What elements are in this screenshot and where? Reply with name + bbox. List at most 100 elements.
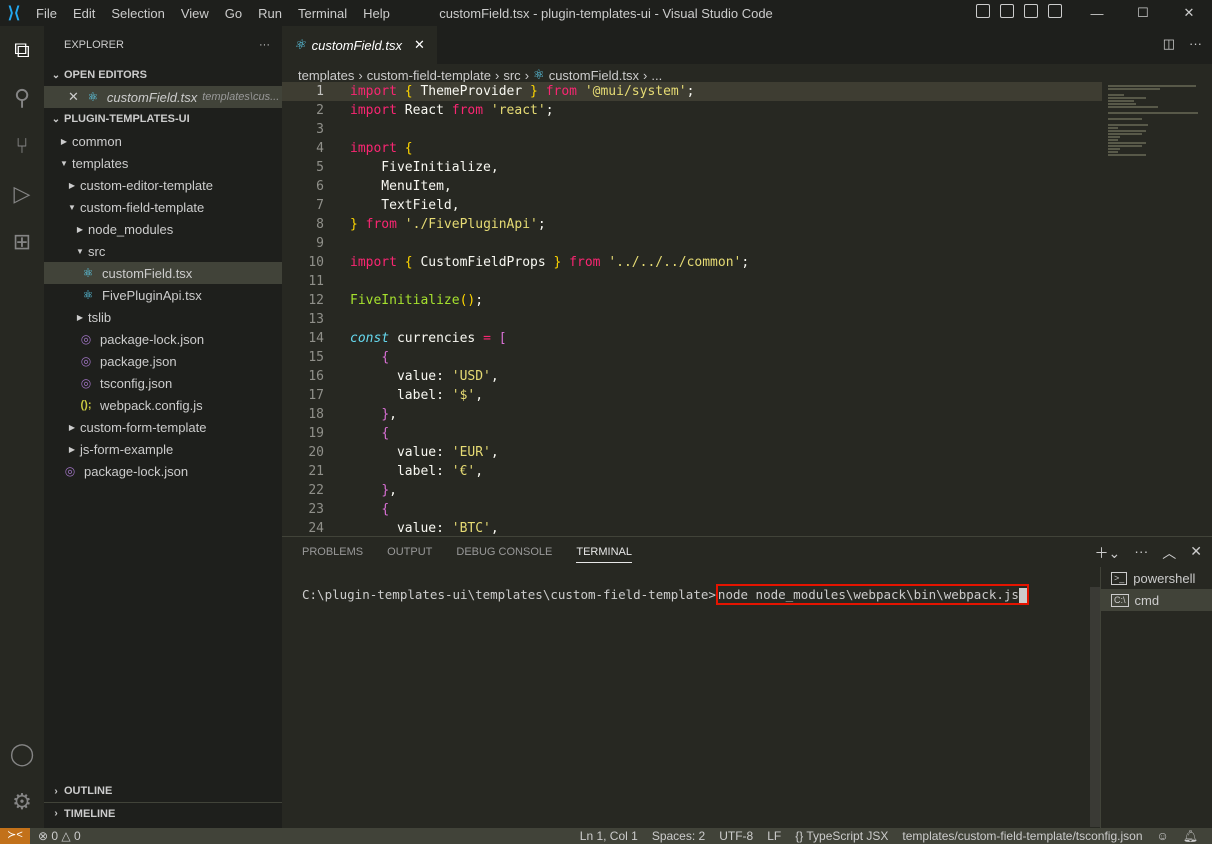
breadcrumb-item[interactable]: templates xyxy=(298,68,354,83)
minimap[interactable] xyxy=(1108,84,1198,224)
tree-item[interactable]: ▶ custom-form-template xyxy=(44,416,282,438)
new-terminal-icon[interactable]: ＋⌄ xyxy=(1095,543,1121,563)
tree-item-label: custom-editor-template xyxy=(80,177,213,193)
tab-output[interactable]: OUTPUT xyxy=(387,546,432,558)
more-actions-icon[interactable]: ··· xyxy=(1134,543,1148,563)
tree-item[interactable]: ▶ tslib xyxy=(44,306,282,328)
chevron-right-icon: ▶ xyxy=(68,444,76,454)
line-text: FiveInitialize, xyxy=(350,160,498,175)
menu-go[interactable]: Go xyxy=(225,6,242,21)
search-icon[interactable]: ⚲ xyxy=(0,74,44,122)
terminal-icon: C:\ xyxy=(1111,593,1129,607)
breadcrumb-item[interactable]: customField.tsx xyxy=(549,68,639,83)
toggle-secondary-sidebar-icon[interactable] xyxy=(1024,4,1038,18)
problems-indicator[interactable]: ⊗ 0 △ 0 xyxy=(38,829,81,843)
tab-problems[interactable]: PROBLEMS xyxy=(302,546,363,558)
tree-item[interactable]: ⚛ FivePluginApi.tsx xyxy=(44,284,282,306)
settings-gear-icon[interactable]: ⚙ xyxy=(0,778,44,826)
language-mode[interactable]: {} TypeScript JSX xyxy=(795,829,888,843)
maximize-panel-icon[interactable]: ︿ xyxy=(1162,543,1176,563)
timeline-section[interactable]: › TIMELINE xyxy=(44,802,282,824)
source-control-icon[interactable]: ⑂ xyxy=(0,122,44,170)
code-token: CustomFieldProps xyxy=(412,255,554,270)
outline-section[interactable]: › OUTLINE xyxy=(44,780,282,802)
breadcrumb-item[interactable]: custom-field-template xyxy=(367,68,491,83)
toggle-sidebar-icon[interactable] xyxy=(976,4,990,18)
tab-debug-console[interactable]: DEBUG CONSOLE xyxy=(456,546,552,558)
terminal-item-cmd[interactable]: C:\ cmd xyxy=(1101,589,1212,611)
minimap-line xyxy=(1108,94,1124,96)
terminal-item-powershell[interactable]: >_ powershell xyxy=(1101,567,1212,589)
account-icon[interactable]: ◯ xyxy=(0,730,44,778)
close-icon[interactable]: ✕ xyxy=(68,89,79,105)
breadcrumb-item[interactable]: src xyxy=(503,68,520,83)
tree-item[interactable]: ▶ node_modules xyxy=(44,218,282,240)
line-text: }, xyxy=(350,407,397,422)
tree-item[interactable]: ▼ templates xyxy=(44,152,282,174)
tree-item[interactable]: ◎ tsconfig.json xyxy=(44,372,282,394)
tree-item[interactable]: ▶ common xyxy=(44,130,282,152)
tree-item[interactable]: ▼ src xyxy=(44,240,282,262)
menu-view[interactable]: View xyxy=(181,6,209,21)
extensions-icon[interactable]: ⊞ xyxy=(0,218,44,266)
tree-item[interactable]: ◎ package.json xyxy=(44,350,282,372)
tree-item[interactable]: ◎ package-lock.json xyxy=(44,328,282,350)
close-panel-icon[interactable]: ✕ xyxy=(1190,543,1202,563)
maximize-button[interactable]: ☐ xyxy=(1120,5,1166,21)
customize-layout-icon[interactable] xyxy=(1048,4,1062,18)
feedback-icon[interactable]: ☺ xyxy=(1157,829,1169,843)
tab-terminal[interactable]: TERMINAL xyxy=(576,546,632,563)
menu-selection[interactable]: Selection xyxy=(111,6,164,21)
line-ending[interactable]: LF xyxy=(767,829,781,843)
menu-file[interactable]: File xyxy=(36,6,57,21)
breadcrumb-item[interactable]: ... xyxy=(651,68,662,83)
minimap-line xyxy=(1108,127,1118,129)
menu-help[interactable]: Help xyxy=(363,6,390,21)
open-editor-item[interactable]: ✕ ⚛ customField.tsx templates\cus... xyxy=(44,86,282,108)
menu-terminal[interactable]: Terminal xyxy=(298,6,347,21)
tree-item[interactable]: ◎ package-lock.json xyxy=(44,460,282,482)
chevron-right-icon: › xyxy=(524,67,530,83)
line-text: value: 'USD', xyxy=(350,369,499,384)
code-token: React xyxy=(396,103,452,118)
encoding[interactable]: UTF-8 xyxy=(719,829,753,843)
tab-customfield[interactable]: ⚛ customField.tsx ✕ xyxy=(282,26,437,64)
run-debug-icon[interactable]: ▷ xyxy=(0,170,44,218)
cursor-position[interactable]: Ln 1, Col 1 xyxy=(580,829,638,843)
tree-item[interactable]: ▶ js-form-example xyxy=(44,438,282,460)
code-view[interactable]: 1 import { ThemeProvider } from '@mui/sys… xyxy=(282,82,1102,538)
code-line: 18 }, xyxy=(282,405,1102,424)
indentation[interactable]: Spaces: 2 xyxy=(652,829,705,843)
terminal-prompt: C:\plugin-templates-ui\templates\custom-… xyxy=(302,587,716,602)
minimap-line xyxy=(1108,106,1158,108)
code-line: 5 FiveInitialize, xyxy=(282,158,1102,177)
tree-item[interactable]: (); webpack.config.js xyxy=(44,394,282,416)
tree-item[interactable]: ⚛ customField.tsx xyxy=(44,262,282,284)
json-file-icon: ◎ xyxy=(64,464,76,478)
code-token: import xyxy=(350,141,397,156)
more-actions-button[interactable]: ··· xyxy=(259,39,270,51)
terminal-scrollbar[interactable] xyxy=(1090,587,1100,827)
line-number: 12 xyxy=(308,293,324,308)
open-editors-section[interactable]: ⌄ OPEN EDITORS xyxy=(44,64,282,86)
more-actions-icon[interactable]: ··· xyxy=(1189,36,1202,52)
project-section[interactable]: ⌄ PLUGIN-TEMPLATES-UI xyxy=(44,108,282,130)
close-tab-icon[interactable]: ✕ xyxy=(414,37,425,53)
close-window-button[interactable]: ✕ xyxy=(1166,5,1212,21)
split-editor-icon[interactable]: ◫ xyxy=(1163,36,1175,52)
tree-item[interactable]: ▼ custom-field-template xyxy=(44,196,282,218)
toggle-panel-icon[interactable] xyxy=(1000,4,1014,18)
menu-run[interactable]: Run xyxy=(258,6,282,21)
remote-icon[interactable]: ≻< xyxy=(0,828,30,844)
explorer-icon[interactable]: ⧉ xyxy=(0,26,44,74)
terminal-output[interactable]: C:\plugin-templates-ui\templates\custom-… xyxy=(302,584,1029,605)
code-token: import xyxy=(350,84,397,99)
tsconfig-status[interactable]: templates/custom-field-template/tsconfig… xyxy=(902,829,1142,843)
menu-edit[interactable]: Edit xyxy=(73,6,95,21)
minimize-button[interactable]: — xyxy=(1074,6,1120,21)
notifications-bell-icon[interactable]: 🔔︎ xyxy=(1183,829,1198,843)
tree-item[interactable]: ▶ custom-editor-template xyxy=(44,174,282,196)
